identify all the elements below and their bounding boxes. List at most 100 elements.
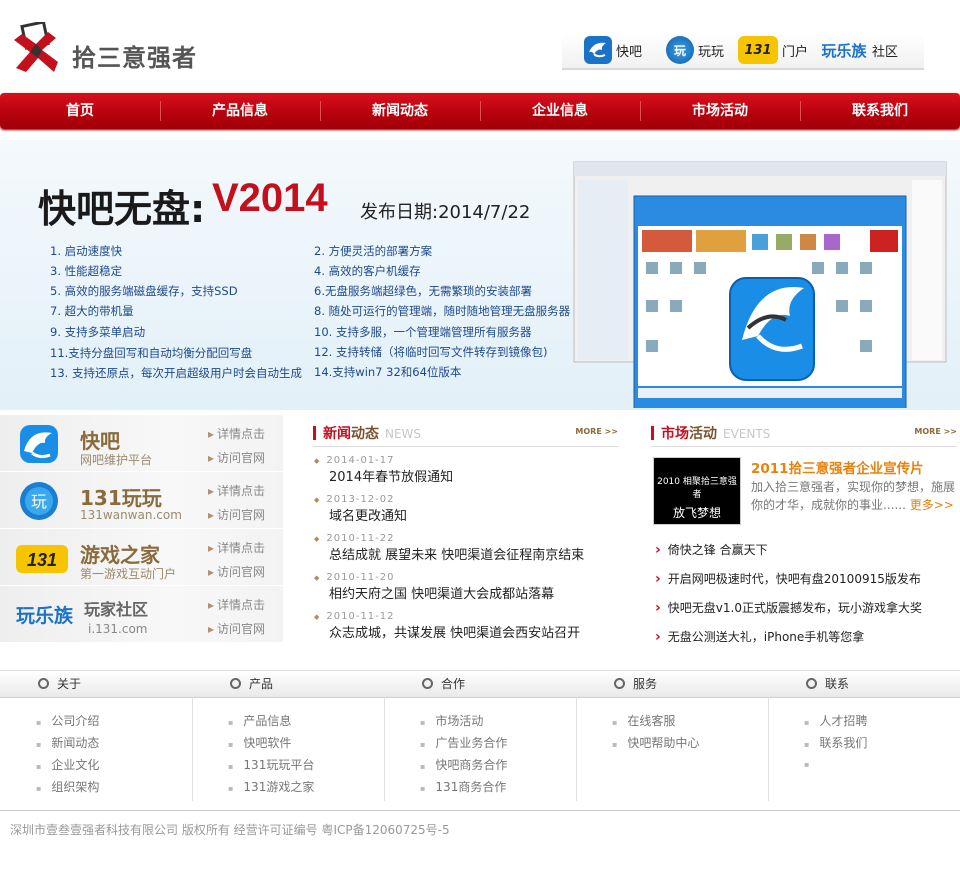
header: 拾三意强者 快吧 玩 玩玩 131 门户 玩乐族 社区 — [0, 0, 960, 92]
market-more-link[interactable]: MORE >> — [914, 427, 957, 436]
portal-label: 门户 — [782, 44, 809, 60]
footer-link[interactable]: 在线客服 — [612, 712, 675, 729]
header-accent — [313, 426, 316, 440]
news-item[interactable]: 2010-11-12众志成城，共谋发展 快吧渠道会西安站召开 — [314, 611, 618, 641]
footer-link[interactable] — [804, 756, 819, 770]
svg-text:玩乐族: 玩乐族 — [16, 604, 74, 627]
footer-link[interactable]: 企业文化 — [36, 756, 99, 773]
shark-icon — [14, 423, 66, 463]
footer-link[interactable]: 131商务合作 — [420, 778, 506, 795]
nav-home[interactable]: 首页 — [0, 93, 160, 129]
portal-wanwan[interactable]: 玩 玩玩 — [666, 36, 724, 64]
company-name: 拾三意强者 — [72, 44, 197, 72]
wan-icon: 玩 — [14, 480, 66, 520]
nav-contact[interactable]: 联系我们 — [800, 93, 960, 129]
company-logo-icon[interactable] — [10, 20, 62, 74]
footer-link[interactable]: 新闻动态 — [36, 734, 99, 751]
portal-kuaiba[interactable]: 快吧 — [584, 36, 642, 64]
footer-divider — [384, 697, 385, 801]
wanlezu-icon: 玩乐族 — [16, 594, 78, 634]
feature-item: 6.无盘服务端超绿色，无需繁琐的安装部署 — [314, 284, 532, 298]
footer-link[interactable]: 广告业务合作 — [420, 734, 507, 751]
market-item[interactable]: 开启网吧极速时代，快吧有盘20100915版发布 — [655, 570, 921, 587]
hero-banner[interactable]: 快吧无盘: V2014 发布日期:2014/7/22 1. 启动速度快 3. 性… — [0, 140, 960, 410]
market-item[interactable]: 倚快之锋 合赢天下 — [655, 541, 768, 558]
banner-title: 快吧无盘: — [38, 187, 206, 231]
footer-link[interactable]: 市场活动 — [420, 712, 483, 729]
market-header: 市场活动 EVENTS MORE >> — [651, 418, 957, 447]
banner-version: V2014 — [212, 176, 328, 220]
main-nav: 首页 产品信息 新闻动态 企业信息 市场活动 联系我们 — [0, 93, 960, 129]
feature-item: 12. 支持转储（将临时回写文件转存到镜像包) — [314, 345, 548, 359]
portal-label: 玩玩 — [698, 44, 725, 60]
footer-head-about: 关于 — [38, 675, 81, 692]
feature-item: 14.支持win7 32和64位版本 — [314, 365, 462, 379]
promo-title-link[interactable]: 2011拾三意强者企业宣传片 — [751, 457, 924, 477]
details-link[interactable]: 详情点击 — [208, 425, 265, 442]
footer-link[interactable]: 131游戏之家 — [228, 778, 314, 795]
footer-link[interactable]: 组织架构 — [36, 778, 99, 795]
software-screenshot-image — [573, 161, 947, 408]
footer-head-service: 服务 — [614, 675, 657, 692]
product-links: 快吧 网吧维护平台 详情点击 访问官网 玩 131玩玩 131wanwan.co… — [0, 415, 283, 643]
svg-text:131: 131 — [27, 550, 57, 570]
feature-item: 5. 高效的服务端磁盘缓存，支持SSD — [50, 284, 238, 298]
details-link[interactable]: 详情点击 — [208, 482, 265, 499]
wan-icon: 玩 — [666, 36, 694, 64]
official-site-link[interactable]: 访问官网 — [208, 449, 265, 466]
market-item[interactable]: 无盘公测送大礼，iPhone手机等您拿 — [655, 628, 865, 645]
market-title: 市场活动 EVENTS — [661, 426, 771, 442]
details-link[interactable]: 详情点击 — [208, 596, 265, 613]
footer-link[interactable]: 快吧帮助中心 — [612, 734, 699, 751]
nav-news[interactable]: 新闻动态 — [320, 93, 480, 129]
footer-head-products: 产品 — [230, 675, 273, 692]
wanlezu-icon: 玩乐族 — [821, 41, 867, 60]
product-subtitle: i.131.com — [88, 622, 148, 636]
footer-link[interactable]: 快吧软件 — [228, 734, 291, 751]
product-title: 玩家社区 — [84, 600, 149, 619]
nav-market[interactable]: 市场活动 — [640, 93, 800, 129]
product-community: 玩乐族 玩家社区 i.131.com 详情点击 访问官网 — [0, 586, 283, 643]
promo-description: 加入拾三意强者，实现你的梦想，施展你的才华，成就你的事业...... 更多>> — [751, 480, 956, 512]
banner-date: 发布日期:2014/7/22 — [360, 202, 531, 223]
news-header: 新闻动态 NEWS MORE >> — [313, 418, 618, 447]
feature-item: 10. 支持多服，一个管理端管理所有服务器 — [314, 325, 532, 339]
footer-link[interactable]: 产品信息 — [228, 712, 291, 729]
footer-link[interactable]: 快吧商务合作 — [420, 756, 507, 773]
footer-link[interactable]: 人才招聘 — [804, 712, 867, 729]
feature-item: 3. 性能超稳定 — [50, 264, 123, 278]
official-site-link[interactable]: 访问官网 — [208, 620, 265, 637]
footer-head-cooperation: 合作 — [422, 675, 465, 692]
official-site-link[interactable]: 访问官网 — [208, 506, 265, 523]
feature-item: 4. 高效的客户机缓存 — [314, 264, 421, 278]
news-more-link[interactable]: MORE >> — [575, 427, 618, 436]
details-link[interactable]: 详情点击 — [208, 539, 265, 556]
feature-item: 2. 方便灵活的部署方案 — [314, 244, 433, 258]
portal-wanlezu[interactable]: 玩乐族 社区 — [820, 36, 898, 64]
news-item[interactable]: 2010-11-22总结成就 展望未来 快吧渠道会征程南京结束 — [314, 533, 618, 563]
footer-link[interactable]: 公司介绍 — [36, 712, 99, 729]
product-title: 游戏之家 — [80, 543, 160, 567]
promo-video-thumbnail[interactable]: 2010 相聚拾三意强者 放飞梦想 — [653, 457, 741, 525]
footer-divider — [192, 697, 193, 801]
131-icon: 131 — [14, 537, 68, 577]
footer-divider-line — [0, 810, 960, 811]
feature-item: 8. 随处可运行的管理端，随时随地管理无盘服务器 — [314, 304, 571, 318]
news-item[interactable]: 2010-11-20相约天府之国 快吧渠道大会成都站落幕 — [314, 572, 618, 602]
news-item[interactable]: 2014-01-172014年春节放假通知 — [314, 455, 618, 485]
feature-item: 1. 启动速度快 — [50, 244, 123, 258]
shark-icon — [584, 36, 612, 64]
market-item[interactable]: 快吧无盘v1.0正式版震撼发布，玩小游戏拿大奖 — [655, 599, 922, 616]
nav-products[interactable]: 产品信息 — [160, 93, 320, 129]
portal-label: 快吧 — [616, 44, 643, 60]
promo-more-link[interactable]: 更多>> — [910, 498, 954, 512]
footer-link[interactable]: 联系我们 — [804, 734, 867, 751]
nav-company[interactable]: 企业信息 — [480, 93, 640, 129]
news-item[interactable]: 2013-12-02域名更改通知 — [314, 494, 618, 524]
portal-131[interactable]: 131 门户 — [738, 36, 808, 64]
footer-nav-bar: 关于 产品 合作 服务 联系 — [0, 670, 960, 698]
news-title: 新闻动态 NEWS — [323, 426, 422, 442]
official-site-link[interactable]: 访问官网 — [208, 563, 265, 580]
footer-link[interactable]: 131玩玩平台 — [228, 756, 314, 773]
product-title: 快吧 — [80, 429, 120, 453]
